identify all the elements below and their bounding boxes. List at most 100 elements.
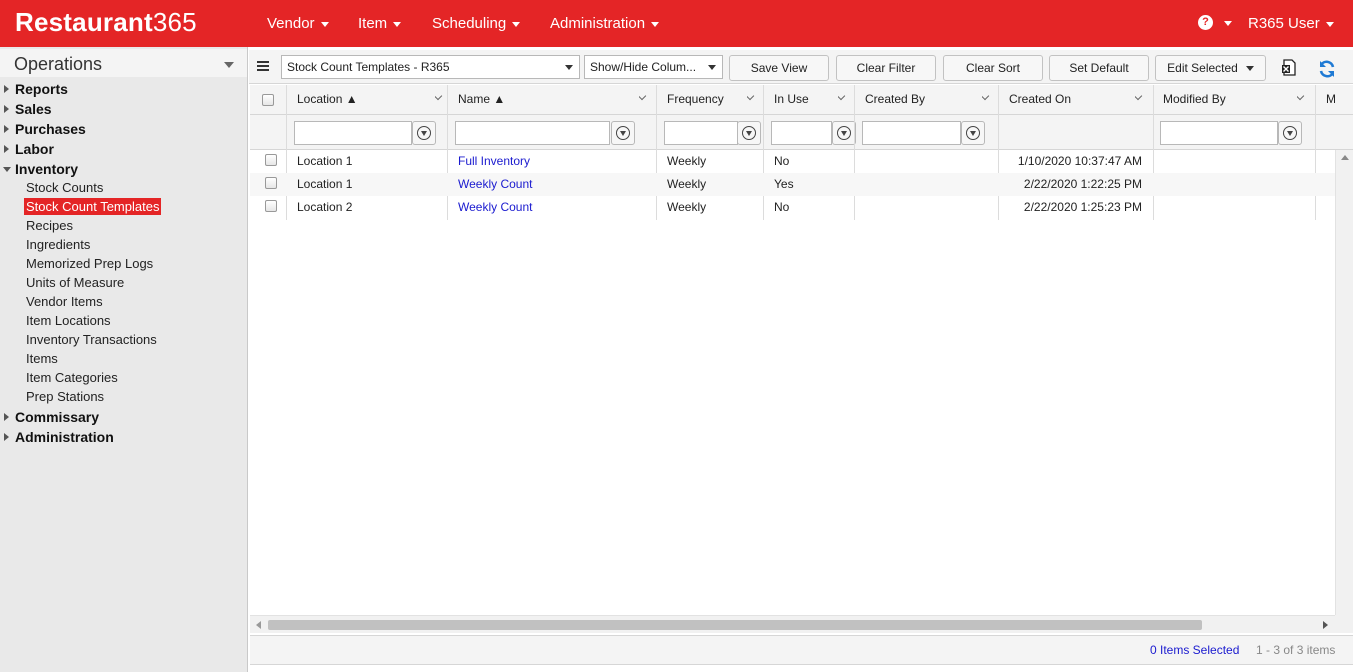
horizontal-scrollbar-thumb[interactable]	[268, 620, 1202, 630]
cell-frequency: Weekly	[667, 154, 707, 168]
column-menu-modified-by[interactable]	[1297, 85, 1305, 115]
cell-name-link[interactable]: Weekly Count	[458, 173, 648, 196]
filter-input-in-use[interactable]	[771, 121, 832, 145]
sidebar-group-purchases[interactable]: Purchases	[0, 121, 247, 139]
column-header-label: Location ▲	[297, 92, 358, 106]
nav-scheduling-label: Scheduling	[432, 15, 507, 32]
sidebar-header[interactable]: Operations	[0, 49, 247, 77]
nav-item-label: Item	[358, 15, 388, 32]
filter-row	[250, 115, 1353, 150]
brand-logo[interactable]: Restaurant365	[15, 7, 197, 38]
filter-input-modified-by[interactable]	[1160, 121, 1278, 145]
filter-button-created-by[interactable]	[961, 121, 985, 145]
chevron-down-icon	[1245, 66, 1254, 72]
sidebar-item-prep-stations[interactable]: Prep Stations	[24, 388, 106, 405]
edit-selected-button[interactable]: Edit Selected	[1155, 55, 1266, 81]
scroll-left-arrow-icon[interactable]	[256, 621, 261, 629]
column-header-modified-by[interactable]: Modified By	[1163, 85, 1293, 115]
help-chevron-down-icon[interactable]	[1224, 21, 1232, 26]
column-menu-name[interactable]	[639, 85, 647, 115]
column-header-name[interactable]: Name ▲	[458, 85, 638, 115]
chevron-down-icon	[1135, 91, 1143, 101]
filter-input-created-by[interactable]	[862, 121, 961, 145]
expand-arrow-icon	[4, 145, 9, 153]
refresh-icon[interactable]	[1317, 59, 1337, 79]
sidebar-item-item-locations[interactable]: Item Locations	[24, 312, 113, 329]
nav-scheduling[interactable]: Scheduling	[432, 15, 521, 32]
filter-input-frequency[interactable]	[664, 121, 738, 145]
column-menu-created-on[interactable]	[1135, 85, 1143, 115]
sidebar-group-label: Administration	[15, 429, 114, 445]
clear-sort-button[interactable]: Clear Sort	[943, 55, 1043, 81]
sidebar-item-units-of-measure[interactable]: Units of Measure	[24, 274, 126, 291]
scroll-right-arrow-icon[interactable]	[1323, 621, 1328, 629]
column-header-created-on[interactable]: Created On	[1009, 85, 1129, 115]
chevron-down-icon	[565, 65, 573, 70]
table-row[interactable]: Location 2 Weekly Count Weekly No 2/22/2…	[250, 196, 1335, 219]
clear-filter-button[interactable]: Clear Filter	[836, 55, 936, 81]
sidebar-item-recipes[interactable]: Recipes	[24, 217, 75, 234]
filter-button-location[interactable]	[412, 121, 436, 145]
sidebar-item-stock-count-templates[interactable]: Stock Count Templates	[24, 198, 162, 215]
cell-name-link[interactable]: Weekly Count	[458, 196, 648, 219]
filter-input-location[interactable]	[294, 121, 412, 145]
column-header-label: Created On	[1009, 92, 1072, 106]
filter-button-name[interactable]	[611, 121, 635, 145]
set-default-button[interactable]: Set Default	[1049, 55, 1149, 81]
cell-in-use: No	[774, 154, 790, 168]
column-menu-frequency[interactable]	[747, 85, 755, 115]
sidebar-group-sales[interactable]: Sales	[0, 101, 247, 119]
sidebar-item-ingredients[interactable]: Ingredients	[24, 236, 92, 253]
select-all-checkbox[interactable]	[262, 94, 274, 106]
cell-modified-by	[1163, 196, 1303, 219]
sidebar-group-commissary[interactable]: Commissary	[0, 409, 247, 427]
scroll-up-arrow-icon[interactable]	[1341, 155, 1349, 160]
sidebar-group-reports[interactable]: Reports	[0, 81, 247, 99]
user-menu[interactable]: R365 User	[1248, 15, 1334, 32]
column-header-location[interactable]: Location ▲	[297, 85, 447, 115]
sidebar-item-stock-counts[interactable]: Stock Counts	[24, 179, 105, 196]
top-nav-bar: Restaurant365 Vendor Item Scheduling Adm…	[0, 0, 1353, 47]
sidebar-item-items[interactable]: Items	[24, 350, 60, 367]
filter-input-name[interactable]	[455, 121, 610, 145]
filter-button-in-use[interactable]	[832, 121, 856, 145]
save-view-button[interactable]: Save View	[729, 55, 829, 81]
hamburger-menu-icon[interactable]	[257, 61, 269, 71]
sidebar-item-memorized-prep-logs[interactable]: Memorized Prep Logs	[24, 255, 155, 272]
view-select[interactable]: Stock Count Templates - R365	[281, 55, 580, 79]
cell-name-link[interactable]: Full Inventory	[458, 150, 648, 173]
row-checkbox[interactable]	[265, 200, 277, 212]
sidebar-item-inventory-transactions[interactable]: Inventory Transactions	[24, 331, 159, 348]
show-hide-columns-select[interactable]: Show/Hide Colum...	[584, 55, 723, 79]
row-checkbox[interactable]	[265, 154, 277, 166]
filter-button-frequency[interactable]	[737, 121, 761, 145]
table-row[interactable]: Location 1 Full Inventory Weekly No 1/10…	[250, 150, 1335, 173]
nav-item[interactable]: Item	[358, 15, 402, 32]
column-menu-created-by[interactable]	[982, 85, 990, 115]
sidebar-item-item-categories[interactable]: Item Categories	[24, 369, 120, 386]
vertical-scrollbar[interactable]	[1335, 150, 1353, 615]
nav-vendor[interactable]: Vendor	[267, 15, 329, 32]
chevron-down-icon[interactable]	[224, 62, 234, 68]
table-row[interactable]: Location 1 Weekly Count Weekly Yes 2/22/…	[250, 173, 1335, 196]
sidebar-group-label: Sales	[15, 101, 52, 117]
sidebar-group-label: Commissary	[15, 409, 100, 425]
column-header-truncated[interactable]: M	[1326, 85, 1335, 115]
column-menu-in-use[interactable]	[838, 85, 846, 115]
sidebar-group-administration[interactable]: Administration	[0, 429, 247, 447]
sidebar-group-labor[interactable]: Labor	[0, 141, 247, 159]
filter-button-modified-by[interactable]	[1278, 121, 1302, 145]
column-header-frequency[interactable]: Frequency	[667, 85, 747, 115]
row-checkbox[interactable]	[265, 177, 277, 189]
column-header-in-use[interactable]: In Use	[774, 85, 834, 115]
nav-administration[interactable]: Administration	[550, 15, 660, 32]
column-menu-location[interactable]	[435, 85, 443, 115]
help-icon[interactable]: ?	[1198, 15, 1213, 30]
items-selected-link[interactable]: 0 Items Selected	[1150, 643, 1239, 657]
horizontal-scrollbar[interactable]	[250, 615, 1335, 633]
sidebar-group-inventory[interactable]: Inventory	[0, 161, 247, 179]
column-header-created-by[interactable]: Created By	[865, 85, 975, 115]
excel-export-icon[interactable]	[1281, 59, 1297, 76]
cell-modified-by	[1163, 173, 1303, 196]
sidebar-item-vendor-items[interactable]: Vendor Items	[24, 293, 105, 310]
